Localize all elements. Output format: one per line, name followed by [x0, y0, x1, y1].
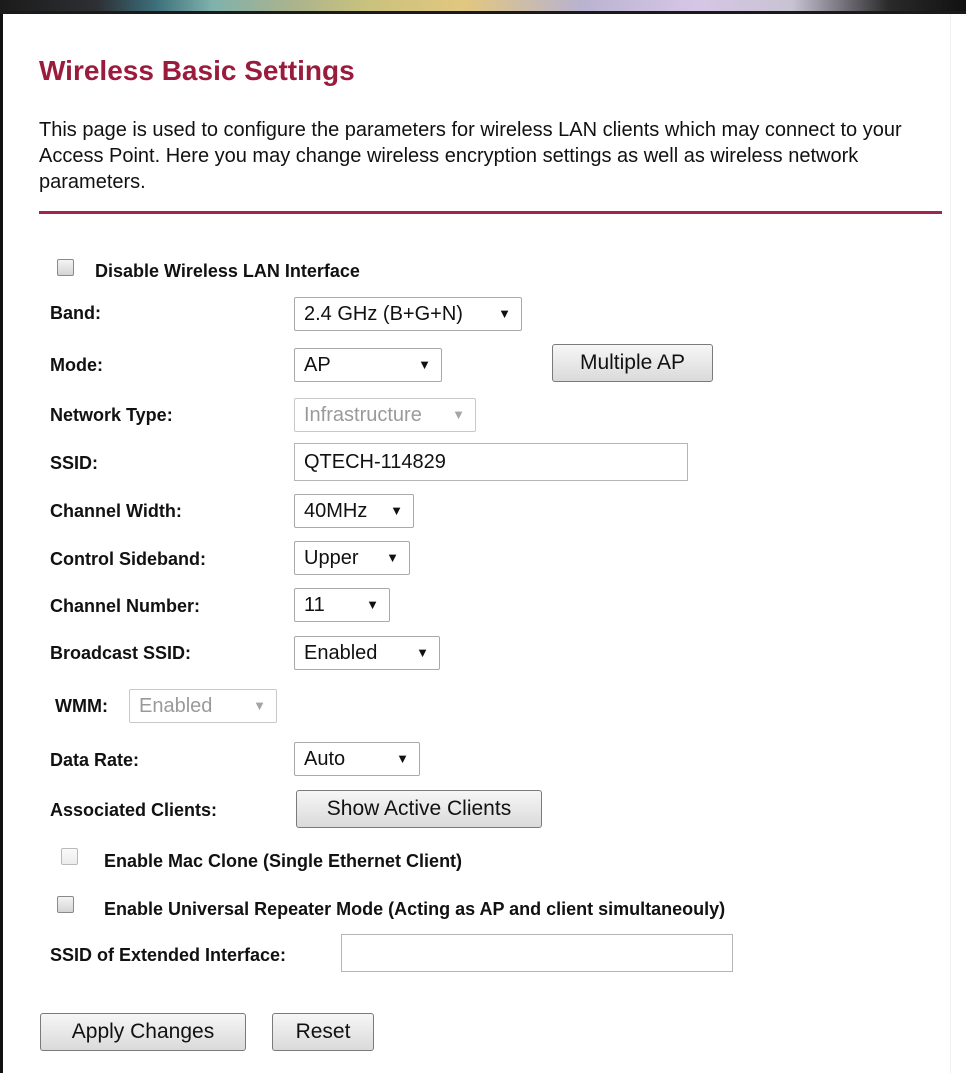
extended-ssid-input[interactable]	[341, 934, 733, 972]
mac-clone-label: Enable Mac Clone (Single Ethernet Client…	[104, 851, 463, 871]
control-sideband-label: Control Sideband:	[50, 549, 206, 569]
chevron-down-icon: ▼	[390, 503, 403, 518]
control-sideband-value: Upper	[304, 547, 359, 569]
band-value: 2.4 GHz (B+G+N)	[304, 303, 463, 325]
page-title: Wireless Basic Settings	[39, 55, 355, 86]
chevron-down-icon: ▼	[418, 357, 431, 372]
network-type-select: Infrastructure ▼	[294, 398, 476, 432]
data-rate-label: Data Rate:	[50, 750, 140, 770]
wmm-select: Enabled ▼	[129, 689, 277, 723]
ssid-input[interactable]: QTECH-114829	[294, 443, 688, 481]
chevron-down-icon: ▼	[498, 306, 511, 321]
data-rate-select[interactable]: Auto ▼	[294, 742, 420, 776]
page-description: This page is used to configure the param…	[39, 119, 902, 193]
multiple-ap-button[interactable]: Multiple AP	[552, 344, 713, 382]
disable-wlan-checkbox[interactable]	[57, 259, 74, 276]
chevron-down-icon: ▼	[253, 698, 266, 713]
chevron-down-icon: ▼	[416, 645, 429, 660]
network-type-value: Infrastructure	[304, 404, 422, 426]
mode-select[interactable]: AP ▼	[294, 348, 442, 382]
show-active-clients-button[interactable]: Show Active Clients	[296, 790, 542, 828]
title-divider	[39, 211, 942, 214]
control-sideband-select[interactable]: Upper ▼	[294, 541, 410, 575]
apply-changes-button[interactable]: Apply Changes	[40, 1013, 246, 1051]
mode-label: Mode:	[50, 355, 103, 375]
disable-wlan-label: Disable Wireless LAN Interface	[95, 261, 360, 281]
band-label: Band:	[50, 303, 101, 323]
window-top-band	[0, 0, 966, 14]
wmm-label: WMM:	[55, 696, 108, 716]
associated-clients-label: Associated Clients:	[50, 800, 218, 820]
band-select[interactable]: 2.4 GHz (B+G+N) ▼	[294, 297, 522, 331]
network-type-label: Network Type:	[50, 405, 173, 425]
ssid-label: SSID:	[50, 453, 99, 473]
universal-repeater-checkbox[interactable]	[57, 896, 74, 913]
channel-width-label: Channel Width:	[50, 501, 182, 521]
channel-number-label: Channel Number:	[50, 596, 201, 616]
mac-clone-checkbox	[61, 848, 78, 865]
chevron-down-icon: ▼	[386, 550, 399, 565]
channel-width-select[interactable]: 40MHz ▼	[294, 494, 414, 528]
broadcast-ssid-value: Enabled	[304, 642, 378, 664]
channel-width-value: 40MHz	[304, 500, 368, 522]
wmm-value: Enabled	[139, 695, 213, 717]
extended-ssid-label: SSID of Extended Interface:	[50, 945, 287, 965]
channel-number-value: 11	[304, 594, 325, 616]
chevron-down-icon: ▼	[366, 597, 379, 612]
data-rate-value: Auto	[304, 748, 346, 770]
broadcast-ssid-select[interactable]: Enabled ▼	[294, 636, 440, 670]
chevron-down-icon: ▼	[396, 751, 409, 766]
chevron-down-icon: ▼	[452, 407, 465, 422]
mode-value: AP	[304, 354, 331, 376]
broadcast-ssid-label: Broadcast SSID:	[50, 643, 192, 663]
window-left-border	[0, 14, 3, 1073]
channel-number-select[interactable]: 11 ▼	[294, 588, 390, 622]
window-right-strip	[950, 14, 966, 1073]
reset-button[interactable]: Reset	[272, 1013, 374, 1051]
universal-repeater-label: Enable Universal Repeater Mode (Acting a…	[104, 899, 726, 919]
